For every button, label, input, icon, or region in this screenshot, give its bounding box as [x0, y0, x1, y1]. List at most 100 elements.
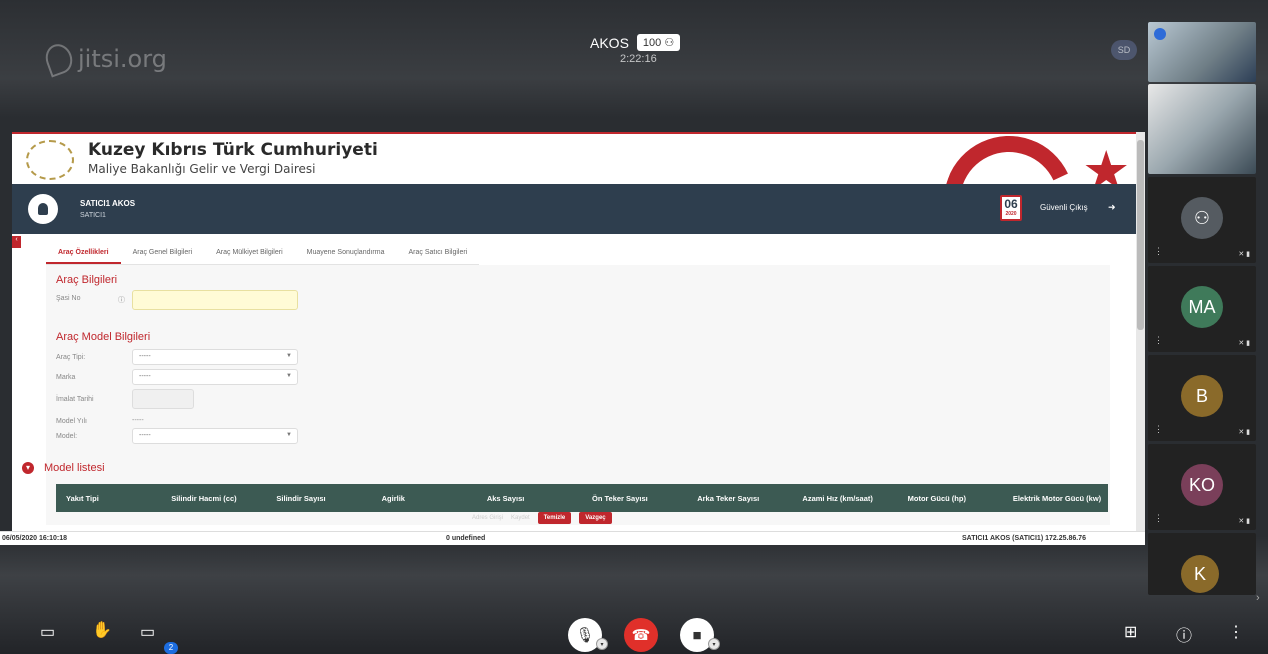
brand-select[interactable]: ----- ▼	[132, 369, 298, 385]
participant-tile[interactable]	[1148, 22, 1256, 82]
model-label: Model:	[56, 433, 78, 440]
participant-tile[interactable]: MA ⋮ ✕ ▮	[1148, 266, 1256, 352]
logout-icon[interactable]: ➜	[1108, 202, 1116, 213]
chevron-down-icon: ▼	[286, 353, 292, 359]
muted-status-icon: ✕ ▮	[1238, 340, 1250, 347]
participant-avatar-icon: ⚇	[1181, 197, 1223, 239]
col-header[interactable]: Azami Hız (km/saat)	[792, 494, 897, 503]
status-datetime: 06/05/2020 16:10:18	[2, 535, 67, 542]
screen-share-icon[interactable]: ▭	[40, 622, 55, 642]
section-model-info: Araç Model Bilgileri	[56, 331, 151, 343]
mfg-date-label: İmalat Tarihi	[56, 396, 94, 403]
chevron-down-icon: ▼	[286, 373, 292, 379]
col-header[interactable]: Agirlik	[372, 494, 477, 503]
chat-icon[interactable]: ▭	[140, 622, 155, 642]
self-avatar[interactable]: SD	[1111, 40, 1137, 60]
col-header[interactable]: Arka Teker Sayısı	[687, 494, 792, 503]
col-header[interactable]: Silindir Hacmi (cc)	[161, 494, 266, 503]
save-button[interactable]: Kaydet	[511, 515, 530, 521]
tab-seller[interactable]: Araç Satıcı Bilgileri	[396, 245, 479, 264]
jitsi-logo: jitsi.org	[41, 40, 167, 78]
logout-link[interactable]: Güvenli Çıkış	[1040, 203, 1088, 212]
tab-vehicle-ownership[interactable]: Araç Mülkiyet Bilgileri	[204, 245, 295, 264]
shared-screen: Kuzey Kıbrıs Türk Cumhuriyeti Maliye Bak…	[12, 132, 1145, 545]
participant-avatar: KO	[1181, 464, 1223, 506]
emblem-icon	[26, 140, 74, 180]
mfg-date-input[interactable]	[132, 389, 194, 409]
tile-view-icon[interactable]: ⊞	[1124, 622, 1137, 642]
col-header[interactable]: Aks Sayısı	[477, 494, 582, 503]
type-label: Araç Tipi:	[56, 354, 86, 361]
cancel-button[interactable]: Vazgeç	[579, 512, 612, 524]
chat-unread-badge: 2	[164, 642, 178, 654]
collapse-sidebar-icon[interactable]: ‹	[12, 236, 21, 248]
user-bar: SATICI1 AKOS SATICI1 06 2020 Güvenli Çıkı…	[12, 184, 1136, 234]
jitsi-leaf-icon	[41, 40, 77, 78]
status-center: 0 undefined	[446, 535, 486, 542]
gov-banner: Kuzey Kıbrıs Türk Cumhuriyeti Maliye Bak…	[12, 132, 1136, 285]
col-header[interactable]: Silindir Sayısı	[266, 494, 371, 503]
participant-avatar: MA	[1181, 286, 1223, 328]
more-actions-icon[interactable]: ⋮	[1228, 622, 1244, 642]
type-select[interactable]: ----- ▼	[132, 349, 298, 365]
user-avatar-icon	[28, 194, 58, 224]
muted-status-icon: ✕ ▮	[1238, 518, 1250, 525]
muted-status-icon: ✕ ▮	[1238, 429, 1250, 436]
hangup-button[interactable]: ☎	[624, 618, 658, 652]
chassis-input[interactable]	[132, 290, 298, 310]
section-vehicle-info: Araç Bilgileri	[56, 274, 118, 286]
col-header[interactable]: Yakıt Tipi	[56, 494, 161, 503]
participant-video	[1148, 84, 1256, 174]
page-scrollbar[interactable]	[1136, 132, 1145, 545]
status-user: SATICI1 AKOS (SATICI1) 172.25.86.76	[962, 535, 1086, 542]
tab-inspection[interactable]: Muayene Sonuçlandırma	[295, 245, 397, 264]
camera-options-chevron-icon[interactable]: ▾	[708, 638, 720, 650]
participant-tile[interactable]: KO ⋮ ✕ ▮	[1148, 444, 1256, 530]
info-icon[interactable]: ⓘ	[1176, 622, 1192, 646]
participant-count-badge[interactable]: 100 ⚇	[636, 34, 681, 51]
participant-tile[interactable]: B ⋮ ✕ ▮	[1148, 355, 1256, 441]
pin-icon[interactable]	[1154, 28, 1166, 40]
banner-title: Kuzey Kıbrıs Türk Cumhuriyeti	[88, 140, 378, 160]
participant-tile[interactable]	[1148, 84, 1256, 174]
model-table-header: Yakıt Tipi Silindir Hacmi (cc) Silindir …	[56, 484, 1108, 512]
calendar-icon: 06 2020	[1000, 195, 1022, 221]
form-actions: Adres Girişi Kaydet Temizle Vazgeç	[472, 512, 612, 524]
status-bar: 06/05/2020 16:10:18 0 undefined SATICI1 …	[0, 531, 1145, 545]
address-button[interactable]: Adres Girişi	[472, 515, 503, 521]
user-name: SATICI1 AKOS	[80, 199, 136, 208]
tab-vehicle-features[interactable]: Araç Özellikleri	[46, 245, 121, 264]
model-select[interactable]: ----- ▼	[132, 428, 298, 444]
jitsi-meeting: jitsi.org AKOS 100 ⚇ 2:22:16 SD Kuzey Kı…	[0, 0, 1268, 654]
participant-avatar: K	[1181, 555, 1219, 593]
user-role: SATICI1	[80, 212, 106, 219]
tab-vehicle-general[interactable]: Araç Genel Bilgileri	[121, 245, 205, 264]
more-options-icon[interactable]: ⋮	[1154, 246, 1163, 257]
participant-avatar: B	[1181, 375, 1223, 417]
model-year-value: -----	[132, 417, 144, 424]
info-icon: ⓘ	[118, 297, 125, 304]
chevron-right-icon[interactable]: ›	[1256, 592, 1260, 604]
col-header[interactable]: Elektrik Motor Gücü (kw)	[1003, 494, 1108, 503]
raise-hand-icon[interactable]: ✋	[92, 620, 112, 640]
more-options-icon[interactable]: ⋮	[1154, 335, 1163, 346]
banner-subtitle: Maliye Bakanlığı Gelir ve Vergi Dairesi	[88, 162, 316, 176]
scroll-thumb[interactable]	[1137, 140, 1144, 330]
col-header[interactable]: Ön Teker Sayısı	[582, 494, 687, 503]
tab-bar: Araç Özellikleri Araç Genel Bilgileri Ar…	[46, 245, 480, 265]
more-options-icon[interactable]: ⋮	[1154, 513, 1163, 524]
participant-tile[interactable]: ⚇ ⋮ ✕ ▮	[1148, 177, 1256, 263]
muted-status-icon: ✕ ▮	[1238, 251, 1250, 258]
collapse-icon[interactable]: ▾	[22, 462, 34, 474]
more-options-icon[interactable]: ⋮	[1154, 424, 1163, 435]
conference-timer: 2:22:16	[620, 53, 657, 65]
mic-options-chevron-icon[interactable]: ▾	[596, 638, 608, 650]
participant-tile[interactable]: K	[1148, 533, 1256, 595]
chassis-label: Şasi No	[56, 295, 81, 302]
model-list-heading: ▾ Model listesi	[22, 462, 105, 474]
col-header[interactable]: Motor Gücü (hp)	[898, 494, 1003, 503]
conference-title: AKOS 100 ⚇	[590, 34, 681, 51]
model-year-label: Model Yılı	[56, 418, 87, 425]
brand-label: Marka	[56, 374, 76, 381]
clear-button[interactable]: Temizle	[537, 512, 572, 524]
